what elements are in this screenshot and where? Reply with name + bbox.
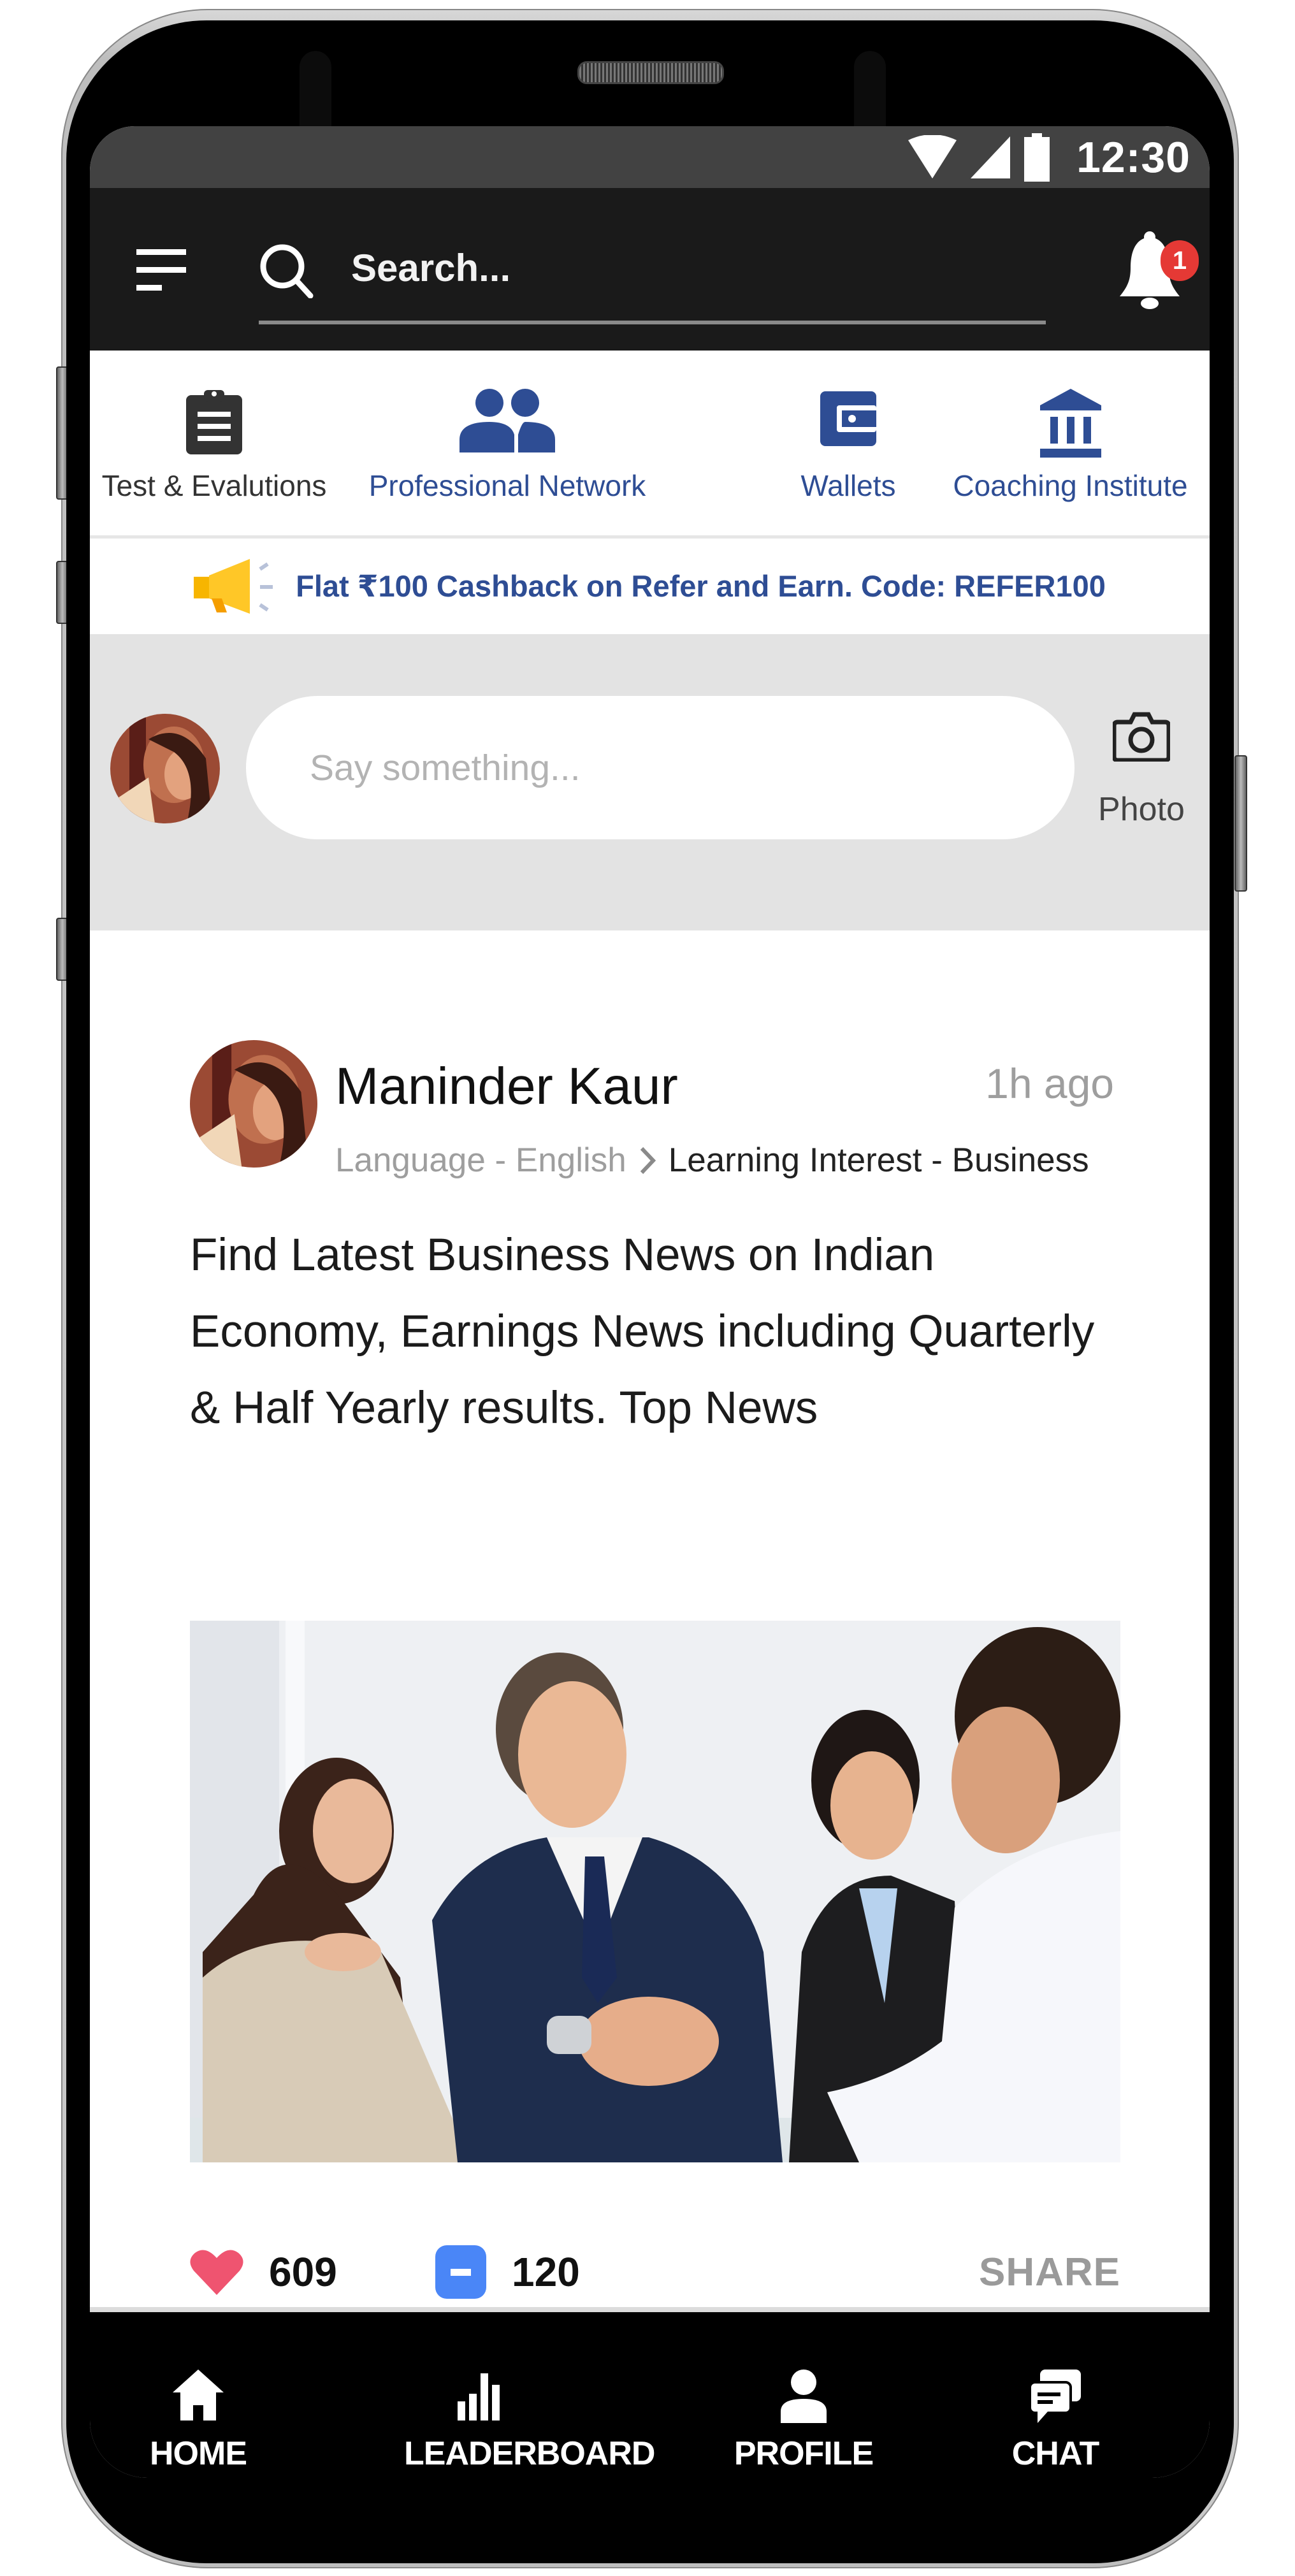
nav-profile[interactable]: PROFILE — [734, 2370, 874, 2478]
institution-icon — [1039, 389, 1101, 458]
category-label: Wallets — [800, 469, 896, 502]
interest-tag[interactable]: Learning Interest - Business — [669, 1141, 1089, 1180]
nav-label: LEADERBOARD — [404, 2435, 655, 2472]
chat-icon — [1029, 2370, 1081, 2423]
post-composer: Photo — [90, 634, 1210, 930]
wifi-icon — [908, 134, 957, 178]
add-photo-button[interactable]: Photo — [1087, 711, 1196, 838]
earpiece-speaker — [577, 61, 724, 84]
status-time: 12:30 — [1076, 133, 1190, 182]
post-card: Maninder Kaur 1h ago Language - English … — [90, 930, 1210, 2307]
say-something-input[interactable] — [246, 696, 1074, 839]
power-button — [1234, 755, 1247, 892]
post-image[interactable] — [190, 1621, 1120, 2162]
wallet-icon — [820, 391, 876, 446]
like-count: 609 — [269, 2249, 337, 2295]
post-tags: Language - English Learning Interest - B… — [335, 1141, 1089, 1180]
post-text: Find Latest Business News on Indian Econ… — [190, 1230, 1095, 1433]
category-test-evaluations[interactable]: Test & Evalutions — [90, 354, 338, 535]
profile-icon — [781, 2370, 827, 2423]
cell-signal-icon — [971, 136, 1011, 178]
promo-text: Flat ₹100 Cashback on Refer and Earn. Co… — [296, 569, 1106, 603]
nav-label: PROFILE — [734, 2435, 874, 2472]
notification-badge: 1 — [1161, 240, 1199, 281]
nav-label: HOME — [150, 2435, 247, 2472]
category-label: Test & Evalutions — [101, 469, 327, 502]
category-wallets[interactable]: Wallets — [772, 354, 925, 535]
author-avatar[interactable] — [190, 1040, 317, 1168]
nav-leaderboard[interactable]: LEADERBOARD — [404, 2370, 655, 2478]
search-input[interactable] — [351, 239, 976, 296]
post-timestamp: 1h ago — [985, 1060, 1114, 1107]
megaphone-icon — [194, 559, 273, 614]
people-icon — [459, 389, 555, 452]
category-nav: Test & Evalutions Professional Network W… — [90, 354, 1210, 539]
like-button[interactable]: 609 — [190, 2237, 337, 2307]
share-button[interactable]: SHARE — [979, 2250, 1120, 2295]
menu-icon[interactable] — [136, 245, 187, 296]
nav-home[interactable]: HOME — [150, 2370, 247, 2478]
category-professional-network[interactable]: Professional Network — [338, 354, 676, 535]
bottom-nav: HOME LEADERBOARD PROFILE CHAT — [90, 2312, 1210, 2478]
status-bar: 12:30 — [90, 126, 1210, 188]
leaderboard-icon — [458, 2373, 500, 2420]
chevron-right-icon — [640, 1147, 656, 1174]
search-underline — [259, 321, 1046, 324]
comment-count: 120 — [512, 2249, 580, 2295]
user-avatar[interactable] — [110, 714, 220, 823]
comment-icon — [435, 2245, 486, 2299]
nav-chat[interactable]: CHAT — [1012, 2370, 1099, 2478]
category-label: Professional Network — [368, 469, 646, 502]
language-tag[interactable]: Language - English — [335, 1141, 626, 1180]
comment-button[interactable]: 120 — [435, 2237, 580, 2307]
author-name[interactable]: Maninder Kaur — [335, 1057, 678, 1117]
category-label: Coaching Institute — [953, 469, 1188, 502]
nav-label: CHAT — [1011, 2435, 1100, 2472]
home-icon — [173, 2370, 224, 2420]
search-icon — [260, 244, 314, 298]
post-actions: 609 120 SHARE — [190, 2237, 1120, 2307]
camera-icon — [1113, 712, 1170, 762]
app-header: 1 — [90, 188, 1210, 351]
clipboard-icon — [186, 390, 242, 454]
app-screen: 12:30 1 — [90, 126, 1210, 2478]
photo-label: Photo — [1098, 791, 1185, 828]
promo-banner[interactable]: Flat ₹100 Cashback on Refer and Earn. Co… — [90, 539, 1210, 634]
category-coaching-institute[interactable]: Coaching Institute — [931, 354, 1210, 535]
battery-icon — [1024, 133, 1050, 182]
heart-icon — [190, 2250, 243, 2295]
